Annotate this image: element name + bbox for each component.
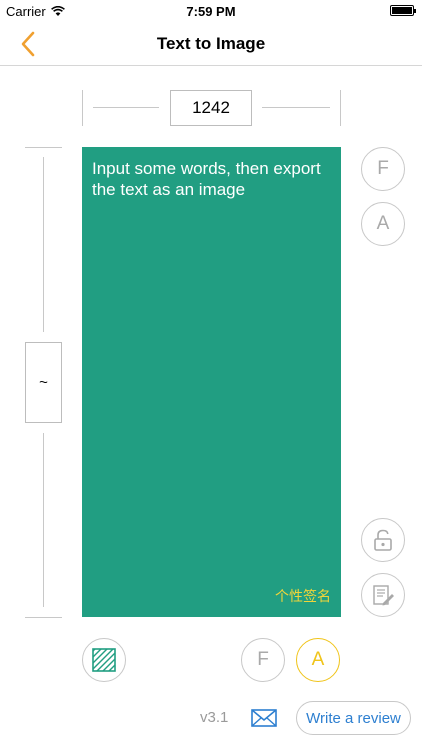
height-value: ~ [39, 374, 48, 391]
background-pattern-button[interactable] [82, 638, 126, 682]
page-title: Text to Image [156, 34, 266, 53]
text-canvas[interactable]: Input some words, then export the text a… [82, 147, 341, 617]
version-label: v3.1 [200, 709, 229, 726]
width-input[interactable]: 1242 [170, 90, 252, 126]
width-ruler-right-tick [340, 90, 341, 126]
font-button-bottom[interactable]: F [241, 638, 285, 682]
text-color-button-bottom[interactable]: A [296, 638, 340, 682]
write-review-label: Write a review [306, 709, 401, 727]
text-color-button-label: A [376, 213, 390, 234]
width-value: 1242 [192, 98, 230, 117]
edit-button[interactable] [361, 573, 405, 617]
canvas-text[interactable]: Input some words, then export the text a… [92, 158, 331, 200]
navigation-bar: Text to Image [0, 22, 422, 66]
battery-icon [390, 5, 416, 16]
height-ruler-bottom-line [43, 433, 44, 607]
width-ruler-left-line [93, 107, 159, 108]
lock-button[interactable] [361, 518, 405, 562]
font-button-bottom-label: F [257, 649, 269, 670]
text-color-button-bottom-label: A [311, 649, 325, 670]
font-button-side[interactable]: F [361, 147, 405, 191]
mail-icon[interactable] [251, 709, 277, 727]
write-review-button[interactable]: Write a review [296, 701, 411, 735]
signature-text[interactable]: 个性签名 [275, 586, 331, 606]
width-ruler-left-tick [82, 90, 83, 126]
document-edit-icon [373, 585, 394, 606]
text-color-button-side[interactable]: A [361, 202, 405, 246]
font-button-label: F [377, 158, 389, 179]
height-input[interactable]: ~ [25, 342, 62, 423]
unlock-icon [374, 529, 392, 551]
status-time: 7:59 PM [186, 4, 236, 19]
width-ruler-right-line [262, 107, 330, 108]
height-ruler-top-tick [25, 147, 62, 148]
status-bar: Carrier 7:59 PM [0, 0, 422, 22]
height-ruler-bottom-tick [25, 617, 62, 618]
hatch-pattern-icon [92, 648, 116, 672]
height-ruler-top-line [43, 157, 44, 332]
